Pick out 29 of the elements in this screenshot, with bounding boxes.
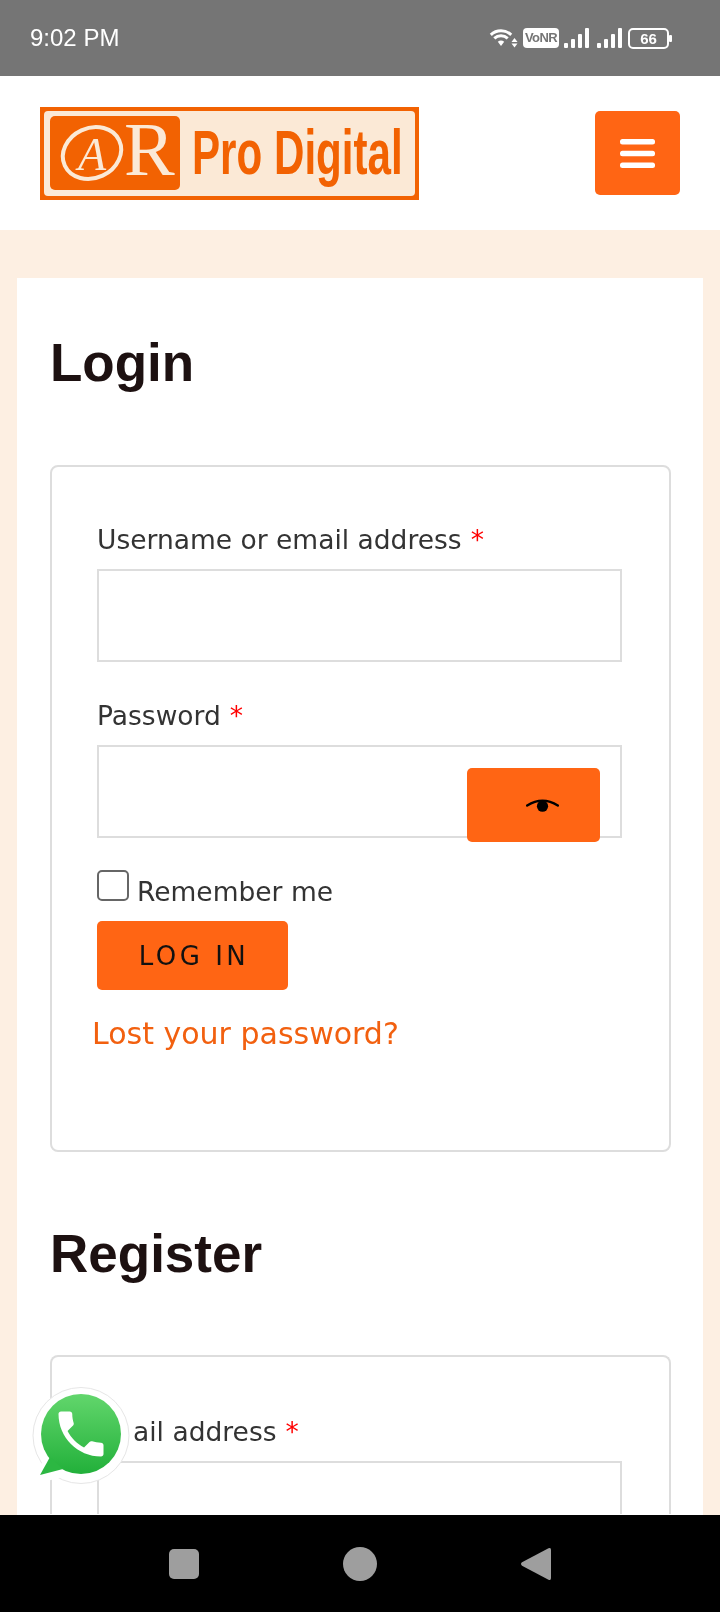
- phone-bubble-icon[interactable]: [30, 1387, 130, 1486]
- checkbox-label: Remember me: [137, 875, 334, 909]
- checkbox[interactable]: [97, 870, 129, 901]
- lost-password-link[interactable]: Lost your password?: [92, 1011, 399, 1056]
- field-label: Password: [97, 699, 221, 733]
- network-badge: VoNR: [522, 28, 559, 48]
- signal-icon: [597, 28, 623, 48]
- eye-icon: [526, 798, 559, 812]
- input-field[interactable]: [97, 569, 622, 662]
- menu-icon: [620, 138, 655, 168]
- field-label: ail address: [133, 1415, 277, 1449]
- battery-indicator: 66: [628, 27, 673, 49]
- required-marker: *: [229, 699, 244, 733]
- required-marker: *: [285, 1415, 299, 1449]
- menu-button[interactable]: [595, 111, 680, 195]
- input-field[interactable]: [97, 1461, 622, 1514]
- required-marker: *: [470, 523, 484, 557]
- login-button[interactable]: LOG IN: [97, 921, 288, 990]
- field-label: Username or email address: [97, 523, 462, 557]
- back-icon[interactable]: [520, 1546, 551, 1581]
- show-password-button[interactable]: [467, 768, 600, 842]
- login-heading: Login: [50, 332, 195, 394]
- logo-wordmark: Pro Digital: [192, 117, 403, 187]
- signal-icon: [564, 28, 590, 48]
- wifi-icon: [488, 27, 518, 49]
- register-heading: Register: [50, 1223, 263, 1285]
- home-icon[interactable]: [343, 1546, 377, 1581]
- status-time: 9:02 PM: [30, 24, 120, 52]
- recents-icon[interactable]: [169, 1548, 199, 1579]
